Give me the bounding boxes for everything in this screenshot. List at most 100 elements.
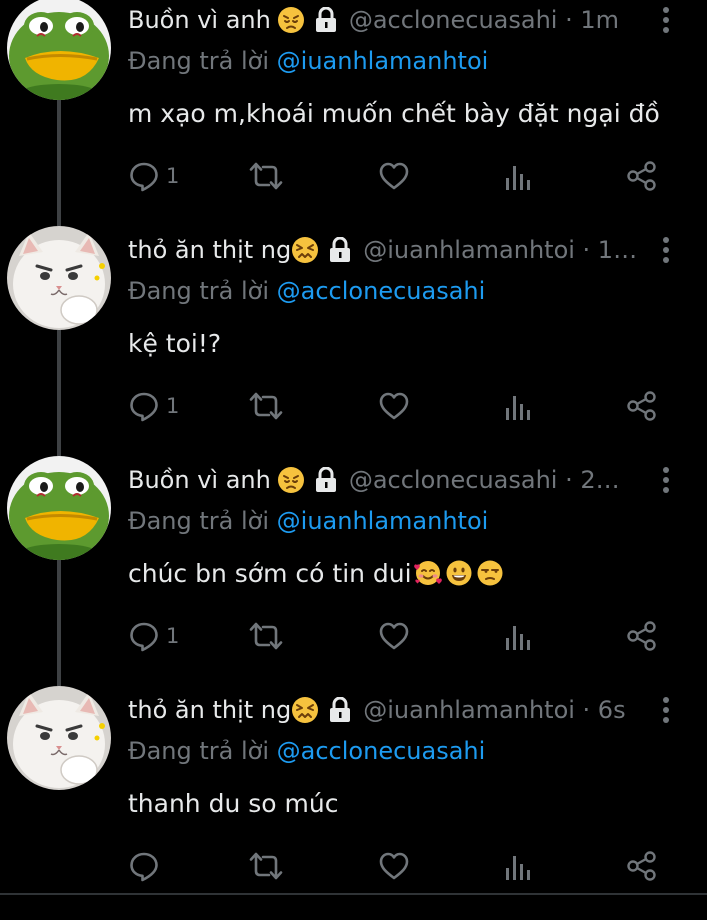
retweet-icon bbox=[249, 622, 283, 650]
smiling-face-with-hearts-emoji bbox=[413, 558, 443, 588]
replying-to-label: Đang trả lời bbox=[128, 277, 270, 305]
share-icon bbox=[627, 851, 656, 881]
share-button[interactable] bbox=[626, 388, 658, 424]
tweet-text-content: m xạo m,khoái muốn chết bày đặt ngại đồ bbox=[128, 99, 660, 128]
tweet[interactable]: Buồn vì anh @acclonecuasahi · 1m Đang tr… bbox=[0, 0, 707, 230]
display-name[interactable]: thỏ ăn thịt ng bbox=[128, 233, 291, 267]
tweet-text-content: chúc bn sớm có tin dui bbox=[128, 559, 412, 588]
reply-mention-link[interactable]: @acclonecuasahi bbox=[277, 737, 486, 765]
heart-icon bbox=[379, 392, 409, 420]
more-vertical-icon[interactable] bbox=[656, 6, 676, 34]
share-button[interactable] bbox=[626, 158, 658, 194]
share-button[interactable] bbox=[626, 618, 658, 654]
tweet-header: thỏ ăn thịt ng @iuanhlamanhtoi · 1… bbox=[128, 233, 688, 267]
like-button[interactable] bbox=[378, 618, 410, 654]
replying-to-label: Đang trả lời bbox=[128, 507, 270, 535]
lock-icon bbox=[315, 6, 337, 33]
grinning-face-emoji bbox=[444, 558, 474, 588]
share-button[interactable] bbox=[626, 848, 658, 884]
reply-thread: Buồn vì anh @acclonecuasahi · 1m Đang tr… bbox=[0, 0, 707, 902]
retweet-icon bbox=[249, 852, 283, 880]
tweet-header: thỏ ăn thịt ng @iuanhlamanhtoi · 6s bbox=[128, 693, 688, 727]
replying-to-label: Đang trả lời bbox=[128, 737, 270, 765]
frog-avatar[interactable] bbox=[7, 0, 111, 100]
tweet-text: chúc bn sớm có tin dui bbox=[128, 556, 505, 592]
cat-avatar[interactable] bbox=[7, 226, 111, 330]
reply-mention-link[interactable]: @acclonecuasahi bbox=[277, 277, 486, 305]
lock-icon bbox=[329, 236, 351, 263]
views-button[interactable] bbox=[504, 388, 532, 424]
replying-to-label: Đang trả lời bbox=[128, 47, 270, 75]
more-vertical-icon[interactable] bbox=[656, 236, 676, 264]
display-name[interactable]: Buồn vì anh bbox=[128, 3, 271, 37]
disappointed-face-emoji bbox=[277, 6, 305, 34]
reply-count: 1 bbox=[166, 394, 180, 418]
views-icon bbox=[506, 166, 530, 190]
tweet[interactable]: thỏ ăn thịt ng @iuanhlamanhtoi · 6s Đang… bbox=[0, 686, 707, 920]
reply-button[interactable] bbox=[128, 848, 166, 884]
replying-to: Đang trả lời @iuanhlamanhtoi bbox=[128, 504, 488, 538]
reply-icon bbox=[130, 162, 158, 192]
lock-icon bbox=[315, 466, 337, 493]
like-button[interactable] bbox=[378, 848, 410, 884]
reply-button[interactable]: 1 bbox=[128, 618, 179, 654]
tweet[interactable]: Buồn vì anh @acclonecuasahi · 2… Đang tr… bbox=[0, 456, 707, 690]
retweet-button[interactable] bbox=[248, 158, 284, 194]
handle-and-time[interactable]: @acclonecuasahi · 1m bbox=[349, 3, 619, 37]
like-button[interactable] bbox=[378, 158, 410, 194]
display-name[interactable]: Buồn vì anh bbox=[128, 463, 271, 497]
heart-icon bbox=[379, 622, 409, 650]
tweet-header: Buồn vì anh @acclonecuasahi · 1m bbox=[128, 3, 688, 37]
handle-and-time[interactable]: @acclonecuasahi · 2… bbox=[349, 463, 620, 497]
display-name[interactable]: thỏ ăn thịt ng bbox=[128, 693, 291, 727]
tweet-actions bbox=[128, 848, 668, 884]
frog-avatar[interactable] bbox=[7, 456, 111, 560]
reply-button[interactable]: 1 bbox=[128, 388, 179, 424]
tweet-actions: 1 bbox=[128, 158, 668, 194]
replying-to: Đang trả lời @iuanhlamanhtoi bbox=[128, 44, 488, 78]
divider bbox=[0, 893, 707, 895]
replying-to: Đang trả lời @acclonecuasahi bbox=[128, 734, 485, 768]
handle-and-time[interactable]: @iuanhlamanhtoi · 1… bbox=[363, 233, 637, 267]
confounded-face-emoji bbox=[291, 696, 319, 724]
cat-avatar[interactable] bbox=[7, 686, 111, 790]
share-icon bbox=[627, 391, 656, 421]
reply-mention-link[interactable]: @iuanhlamanhtoi bbox=[277, 47, 489, 75]
views-button[interactable] bbox=[504, 618, 532, 654]
tweet-text-content: thanh du so múc bbox=[128, 789, 339, 818]
retweet-button[interactable] bbox=[248, 388, 284, 424]
tweet-text: thanh du so múc bbox=[128, 786, 338, 822]
heart-icon bbox=[379, 162, 409, 190]
confounded-face-emoji bbox=[291, 236, 319, 264]
retweet-icon bbox=[249, 162, 283, 190]
retweet-button[interactable] bbox=[248, 848, 284, 884]
reply-icon bbox=[130, 622, 158, 652]
retweet-button[interactable] bbox=[248, 618, 284, 654]
disappointed-face-emoji bbox=[277, 466, 305, 494]
lock-icon bbox=[329, 696, 351, 723]
heart-icon bbox=[379, 852, 409, 880]
unamused-face-emoji bbox=[475, 558, 505, 588]
views-button[interactable] bbox=[504, 158, 532, 194]
views-icon bbox=[506, 396, 530, 420]
tweet-text: kệ toi!? bbox=[128, 326, 221, 362]
tweet-text: m xạo m,khoái muốn chết bày đặt ngại đồ bbox=[128, 96, 660, 132]
tweet-actions: 1 bbox=[128, 388, 668, 424]
more-vertical-icon[interactable] bbox=[656, 696, 676, 724]
like-button[interactable] bbox=[378, 388, 410, 424]
handle-and-time[interactable]: @iuanhlamanhtoi · 6s bbox=[363, 693, 625, 727]
tweet[interactable]: thỏ ăn thịt ng @iuanhlamanhtoi · 1… Đang… bbox=[0, 226, 707, 460]
reply-count: 1 bbox=[166, 624, 180, 648]
reply-count: 1 bbox=[166, 164, 180, 188]
share-icon bbox=[627, 621, 656, 651]
reply-icon bbox=[130, 852, 158, 882]
reply-mention-link[interactable]: @iuanhlamanhtoi bbox=[277, 507, 489, 535]
replying-to: Đang trả lời @acclonecuasahi bbox=[128, 274, 485, 308]
retweet-icon bbox=[249, 392, 283, 420]
views-button[interactable] bbox=[504, 848, 532, 884]
tweet-header: Buồn vì anh @acclonecuasahi · 2… bbox=[128, 463, 688, 497]
tweet-actions: 1 bbox=[128, 618, 668, 654]
views-icon bbox=[506, 626, 530, 650]
reply-button[interactable]: 1 bbox=[128, 158, 179, 194]
more-vertical-icon[interactable] bbox=[656, 466, 676, 494]
